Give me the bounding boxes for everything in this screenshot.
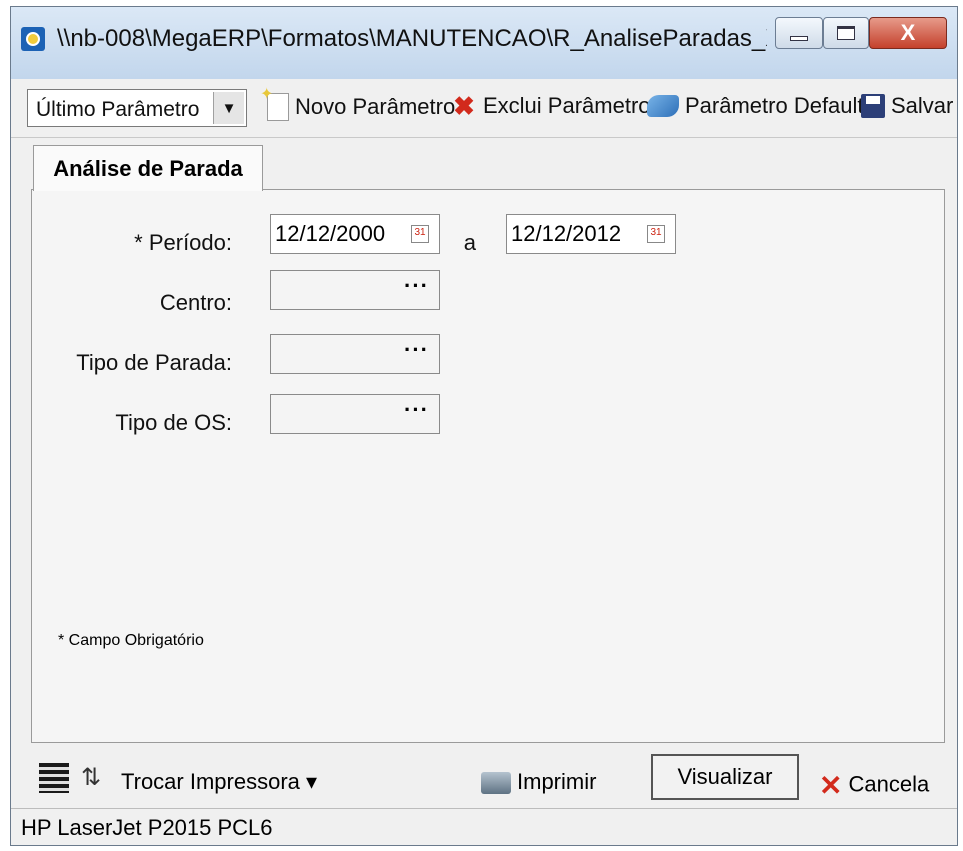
ellipsis-button[interactable]: ··· bbox=[404, 397, 429, 423]
preview-button[interactable]: Visualizar bbox=[651, 754, 799, 800]
default-parameter-label: Parâmetro Default bbox=[685, 93, 864, 118]
periodo-separator: a bbox=[463, 230, 476, 255]
tipo-os-field[interactable]: ··· bbox=[270, 394, 440, 434]
save-button[interactable]: Salvar bbox=[861, 93, 953, 119]
tipo-os-label: Tipo de OS: bbox=[115, 410, 232, 435]
cancel-icon: ✕ bbox=[819, 770, 843, 801]
new-parameter-button[interactable]: Novo Parâmetro bbox=[260, 84, 456, 121]
close-icon: X bbox=[900, 20, 916, 45]
save-icon bbox=[861, 94, 885, 118]
status-bar: HP LaserJet P2015 PCL6 bbox=[11, 808, 957, 845]
minimize-button[interactable] bbox=[775, 17, 823, 49]
app-icon bbox=[21, 27, 45, 51]
title-bar: \\nb-008\MegaERP\Formatos\MANUTENCAO\R_A… bbox=[11, 7, 957, 79]
dropdown-arrow-icon[interactable]: ▼ bbox=[213, 92, 244, 124]
close-button[interactable]: X bbox=[869, 17, 947, 49]
bottom-bar: ⇅ Trocar Impressora ▾ Imprimir Visualiza… bbox=[11, 747, 957, 809]
ellipsis-button[interactable]: ··· bbox=[404, 273, 429, 299]
change-printer-button[interactable]: Trocar Impressora ▾ bbox=[121, 769, 317, 795]
tab-label: Análise de Parada bbox=[53, 155, 243, 181]
tipo-parada-field[interactable]: ··· bbox=[270, 334, 440, 374]
delete-parameter-label: Exclui Parâmetro bbox=[483, 93, 651, 118]
toolbar: Último Parâmetro ▼ Novo Parâmetro ✖ Excl… bbox=[11, 79, 957, 138]
periodo-to-field[interactable]: 12/12/2012 31 bbox=[506, 214, 676, 254]
print-icon bbox=[481, 772, 511, 795]
form-panel: * Período: 12/12/2000 31 a 12/12/2012 31… bbox=[31, 189, 945, 743]
required-field-note: * Campo Obrigatório bbox=[58, 632, 204, 649]
cancel-label: Cancela bbox=[848, 771, 930, 797]
default-parameter-button[interactable]: Parâmetro Default bbox=[647, 93, 864, 119]
printer-settings-icon[interactable] bbox=[39, 763, 69, 793]
printer-status: HP LaserJet P2015 PCL6 bbox=[21, 815, 273, 840]
preview-label: Visualizar bbox=[677, 764, 773, 789]
ellipsis-button[interactable]: ··· bbox=[404, 337, 429, 363]
swap-printer-icon[interactable]: ⇅ bbox=[81, 763, 101, 793]
periodo-label: * Período: bbox=[134, 230, 232, 255]
new-document-icon bbox=[260, 84, 289, 121]
maximize-icon bbox=[837, 26, 855, 40]
delete-icon: ✖ bbox=[453, 91, 475, 121]
maximize-button[interactable] bbox=[823, 17, 869, 49]
centro-label: Centro: bbox=[159, 290, 232, 315]
new-parameter-label: Novo Parâmetro bbox=[295, 94, 456, 119]
tipo-parada-label: Tipo de Parada: bbox=[76, 350, 232, 375]
print-label: Imprimir bbox=[517, 769, 597, 794]
default-parameter-icon bbox=[647, 95, 679, 117]
parameter-select[interactable]: Último Parâmetro ▼ bbox=[27, 89, 247, 127]
calendar-icon[interactable]: 31 bbox=[647, 225, 665, 243]
window-title: \\nb-008\MegaERP\Formatos\MANUTENCAO\R_A… bbox=[57, 25, 767, 52]
periodo-to-value: 12/12/2012 bbox=[511, 221, 622, 246]
tab-analise-de-parada[interactable]: Análise de Parada bbox=[33, 145, 263, 191]
centro-field[interactable]: ··· bbox=[270, 270, 440, 310]
report-window: \\nb-008\MegaERP\Formatos\MANUTENCAO\R_A… bbox=[10, 6, 958, 846]
save-label: Salvar bbox=[891, 93, 954, 118]
delete-parameter-button[interactable]: ✖ Exclui Parâmetro bbox=[451, 91, 651, 121]
print-button[interactable]: Imprimir bbox=[481, 769, 596, 795]
parameter-select-value: Último Parâmetro bbox=[36, 98, 200, 121]
minimize-icon bbox=[790, 35, 808, 41]
cancel-button[interactable]: ✕ Cancela bbox=[819, 769, 929, 802]
